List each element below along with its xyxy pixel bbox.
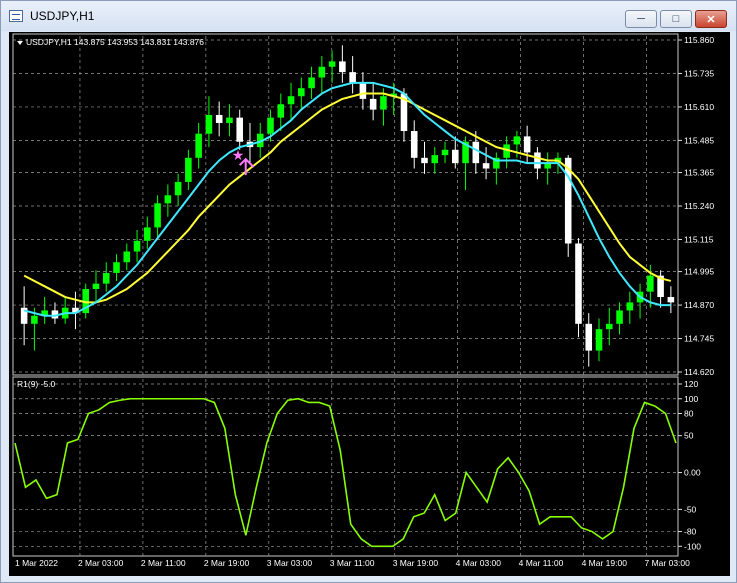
close-icon: ✕ — [706, 13, 716, 26]
main-y-tick-label: 115.860 — [684, 35, 714, 45]
candle-body — [339, 61, 346, 73]
indicator-y-tick-label: 50 — [684, 431, 694, 441]
indicator-y-tick-label: 100 — [684, 394, 698, 404]
minimize-button[interactable]: ─ — [625, 10, 657, 28]
x-axis-tick-label: 4 Mar 03:00 — [456, 558, 502, 568]
close-button[interactable]: ✕ — [695, 10, 727, 28]
candle-body — [472, 141, 480, 164]
candle-body — [92, 283, 100, 289]
candle-body — [154, 203, 161, 228]
x-axis-tick-label: 3 Mar 11:00 — [330, 558, 375, 568]
candle-body — [174, 181, 182, 196]
candle-body — [482, 163, 490, 169]
candle-body — [595, 329, 603, 351]
candle-body — [369, 98, 377, 110]
symbol-info-line: USDJPY,H1 143.875 143.953 143.831 143.87… — [26, 37, 204, 47]
indicator-y-tick-label: 80 — [684, 409, 694, 419]
x-axis-tick-label: 2 Mar 19:00 — [204, 558, 250, 568]
dropdown-triangle-icon[interactable] — [17, 41, 23, 45]
ma-fast-line — [23, 81, 671, 317]
candle-body — [667, 297, 675, 303]
title-bar[interactable]: USDJPY,H1 ─ □ ✕ — [1, 1, 736, 31]
candle-body — [513, 136, 521, 145]
main-y-tick-label: 114.870 — [684, 300, 714, 310]
minimize-icon: ─ — [637, 13, 645, 25]
chart-window-icon — [9, 10, 23, 22]
candle-body — [452, 149, 459, 164]
candle-body — [626, 302, 634, 311]
candle-body — [133, 240, 141, 252]
candle-body — [215, 114, 223, 123]
main-y-tick-label: 114.995 — [684, 267, 714, 277]
candle-body — [605, 323, 613, 330]
x-axis-tick-label: 2 Mar 11:00 — [141, 558, 186, 568]
candle-body — [410, 131, 418, 158]
candle-body — [575, 243, 582, 324]
candle-body — [205, 114, 213, 134]
candle-body — [585, 323, 593, 351]
x-axis-tick-label: 4 Mar 19:00 — [582, 558, 628, 568]
indicator-panel-frame — [12, 376, 679, 557]
main-y-tick-label: 115.610 — [684, 102, 714, 112]
candle-body — [441, 149, 449, 156]
candle-body — [236, 117, 243, 142]
candle-body — [287, 96, 295, 105]
candle-body — [123, 251, 131, 263]
x-axis-tick-label: 3 Mar 03:00 — [267, 558, 313, 568]
indicator-y-tick-label: -80 — [684, 527, 697, 537]
x-axis-tick-label: 1 Mar 2022 — [15, 558, 58, 568]
x-axis-tick-label: 4 Mar 11:00 — [519, 558, 564, 568]
candle-body — [195, 133, 202, 158]
x-axis-tick-label: 2 Mar 03:00 — [78, 558, 124, 568]
candle-body — [380, 96, 387, 110]
candle-body — [349, 72, 356, 83]
main-y-tick-label: 115.485 — [684, 135, 714, 145]
candle-body — [534, 152, 541, 169]
candle-body — [267, 117, 274, 134]
main-y-tick-label: 115.240 — [684, 201, 714, 211]
indicator-y-tick-label: -50 — [684, 504, 697, 514]
candle-body — [164, 195, 172, 204]
candle-body — [277, 104, 285, 118]
terminal-window: USDJPY,H1 ─ □ ✕ 1 Mar 2022 2 Mar 03:00 2 M… — [0, 0, 737, 583]
maximize-button[interactable]: □ — [660, 10, 692, 28]
window-title: USDJPY,H1 — [30, 9, 95, 23]
candle-body — [113, 262, 120, 273]
candle-body — [102, 272, 110, 284]
main-y-tick-label: 115.115 — [684, 234, 714, 244]
candle-body — [31, 315, 38, 324]
x-axis-tick-label: 7 Mar 03:00 — [645, 558, 691, 568]
chart-area[interactable]: 1 Mar 2022 2 Mar 03:00 2 Mar 11:00 2 Mar 19… — [9, 32, 730, 576]
candle-body — [431, 155, 439, 164]
candle-body — [318, 66, 326, 78]
candle-body — [421, 157, 428, 164]
maximize-icon: □ — [672, 13, 680, 25]
indicator-y-tick-label: 0.00 — [684, 468, 701, 478]
price-chart-svg[interactable]: 1 Mar 2022 2 Mar 03:00 2 Mar 11:00 2 Mar 19… — [9, 32, 730, 576]
candle-body — [298, 88, 305, 97]
candle-body — [523, 136, 531, 153]
candle-body — [647, 275, 654, 292]
indicator-y-tick-label: -100 — [684, 541, 701, 551]
candle-body — [226, 117, 233, 123]
indicator-label: R1(9) -5.0 — [17, 379, 56, 389]
ma-slow-line — [23, 92, 672, 304]
main-y-tick-label: 115.735 — [684, 68, 714, 78]
x-axis-tick-label: 3 Mar 19:00 — [393, 558, 439, 568]
candle-body — [359, 82, 367, 99]
candle-body — [308, 77, 315, 89]
candle-body — [185, 157, 192, 182]
main-y-tick-label: 114.620 — [684, 367, 714, 377]
indicator-y-tick-label: 120 — [684, 379, 698, 389]
candle-body — [328, 61, 336, 67]
candle-body — [616, 310, 623, 324]
main-y-tick-label: 115.365 — [684, 168, 714, 178]
candle-body — [144, 227, 151, 241]
main-y-tick-label: 114.745 — [684, 334, 714, 344]
